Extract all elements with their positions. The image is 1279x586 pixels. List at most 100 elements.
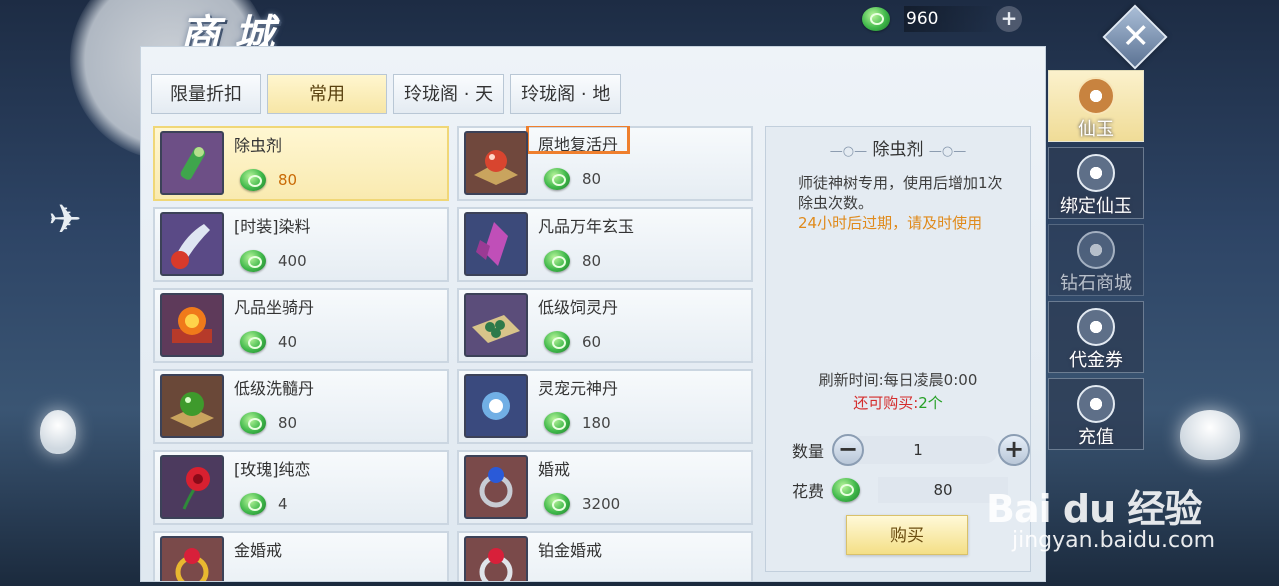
item-name: 除虫剂	[234, 136, 283, 155]
sidenav-label: 仙玉	[1078, 119, 1114, 140]
dye-icon	[160, 212, 224, 276]
buy-button[interactable]: 购买	[846, 515, 968, 555]
item-price: 80	[582, 170, 602, 188]
jade-coin-icon	[832, 478, 860, 502]
close-button[interactable]: ✕	[1102, 4, 1168, 70]
sidenav-label: 绑定仙玉	[1060, 196, 1132, 217]
item-name: 原地复活丹	[525, 126, 631, 154]
currency-value: 960	[904, 6, 996, 32]
recharge-icon	[1077, 385, 1115, 423]
item-price: 60	[582, 333, 602, 351]
sidenav-item-recharge[interactable]: 充值	[1048, 378, 1144, 450]
item-grid[interactable]: 除虫剂 80 原地复活丹 80 [时装]染料 400 凡品万年玄玉 80 凡品坐…	[153, 126, 753, 581]
ring-icon	[464, 455, 528, 519]
quantity-row: 数量 − 1 +	[792, 434, 1030, 466]
quantity-stepper[interactable]: − 1 +	[832, 434, 1030, 466]
sidenav-label: 代金券	[1069, 350, 1123, 371]
minus-button[interactable]: −	[832, 434, 864, 466]
jade-coin-icon	[240, 412, 266, 434]
item-card[interactable]: 除虫剂 80	[153, 126, 449, 201]
item-card[interactable]: 低级饲灵丹 60	[457, 288, 753, 363]
item-name: 婚戒	[538, 460, 571, 479]
detail-description: 师徒神树专用，使用后增加1次除虫次数。	[798, 174, 1003, 212]
revive-pill-icon	[464, 131, 528, 195]
mall-icon	[1077, 231, 1115, 269]
item-price: 3200	[582, 495, 621, 513]
close-icon: ✕	[1121, 16, 1150, 57]
item-name: 金婚戒	[234, 541, 283, 560]
gold-ring-icon	[160, 536, 224, 581]
item-name: 灵宠元神丹	[538, 379, 619, 398]
jade-coin-icon	[544, 331, 570, 353]
plus-button[interactable]: +	[998, 434, 1030, 466]
cost-row: 花费 80	[792, 477, 1008, 503]
item-price: 80	[278, 171, 298, 189]
baidu-watermark-url: jingyan.baidu.com	[1012, 528, 1216, 553]
remain-value: 2个	[918, 394, 943, 412]
jade-coin-icon	[862, 7, 890, 31]
item-name: [时装]染料	[234, 217, 311, 236]
item-name: 低级饲灵丹	[538, 298, 619, 317]
jade-coin-icon	[240, 250, 266, 272]
sidenav-item-voucher[interactable]: 代金券	[1048, 301, 1144, 373]
item-price: 40	[278, 333, 298, 351]
jade-coin-icon	[544, 412, 570, 434]
sidenav-item-diamond-mall[interactable]: 钻石商城	[1048, 224, 1144, 296]
item-card[interactable]: 原地复活丹 80	[457, 126, 753, 201]
item-price: 4	[278, 495, 288, 513]
sidenav-item-xianyu[interactable]: 仙玉	[1048, 70, 1144, 142]
spirit-orb-icon	[464, 374, 528, 438]
tab-common[interactable]: 常用	[267, 74, 387, 114]
item-price: 80	[582, 252, 602, 270]
jade-coin-icon	[240, 493, 266, 515]
baidu-watermark: Bai du 经验	[986, 487, 1202, 531]
item-card[interactable]: 婚戒 3200	[457, 450, 753, 525]
item-card[interactable]: 灵宠元神丹 180	[457, 369, 753, 444]
remain-label: 还可购买:	[853, 394, 919, 412]
jade-coin-icon	[544, 250, 570, 272]
quantity-value: 1	[913, 441, 923, 459]
tab-linglong-heaven[interactable]: 玲珑阁 · 天	[393, 74, 505, 114]
item-card[interactable]: 铂金婚戒	[457, 531, 753, 581]
item-card[interactable]: 低级洗髓丹 80	[153, 369, 449, 444]
item-card[interactable]: 凡品坐骑丹 40	[153, 288, 449, 363]
sidenav-item-bound-xianyu[interactable]: 绑定仙玉	[1048, 147, 1144, 219]
cost-label: 花费	[792, 482, 825, 501]
voucher-icon	[1077, 308, 1115, 346]
item-card[interactable]: [玫瑰]纯恋 4	[153, 450, 449, 525]
tab-bar: 限量折扣 常用 玲珑阁 · 天 玲珑阁 · 地	[151, 74, 622, 114]
bound-xianyu-icon	[1077, 154, 1115, 192]
jade-coin-icon	[240, 331, 266, 353]
ornament-left-icon: —○—	[829, 144, 868, 159]
add-currency-button[interactable]: +	[996, 6, 1022, 32]
item-name: [玫瑰]纯恋	[234, 460, 311, 479]
ornament-right-icon: —○—	[928, 144, 967, 159]
shop-panel: 限量折扣 常用 玲珑阁 · 天 玲珑阁 · 地 除虫剂 80 原地复活丹 80	[140, 46, 1046, 582]
lotus-decoration	[1180, 410, 1240, 460]
item-name: 凡品坐骑丹	[234, 298, 315, 317]
currency-display: 960 +	[862, 4, 1032, 34]
sidenav-label: 钻石商城	[1060, 273, 1132, 294]
side-navigation: 仙玉 绑定仙玉 钻石商城 代金券 充值	[1048, 70, 1144, 455]
feed-pill-icon	[464, 293, 528, 357]
item-name: 铂金婚戒	[538, 541, 603, 560]
item-card[interactable]: 金婚戒	[153, 531, 449, 581]
item-name: 凡品万年玄玉	[538, 217, 635, 236]
xianyu-icon	[1077, 77, 1115, 115]
insecticide-bottle-icon	[160, 131, 224, 195]
detail-title-row: —○— 除虫剂 —○—	[766, 135, 1030, 160]
item-card[interactable]: 凡品万年玄玉 80	[457, 207, 753, 282]
item-price: 400	[278, 252, 307, 270]
crane-decoration: ✈	[48, 197, 82, 243]
tab-limited-discount[interactable]: 限量折扣	[151, 74, 261, 114]
item-name: 低级洗髓丹	[234, 379, 315, 398]
refresh-time: 刷新时间:每日凌晨0:00	[818, 371, 978, 389]
sidenav-label: 充值	[1078, 427, 1114, 448]
detail-title: 除虫剂	[872, 140, 924, 160]
tab-linglong-earth[interactable]: 玲珑阁 · 地	[510, 74, 622, 114]
item-card[interactable]: [时装]染料 400	[153, 207, 449, 282]
marrow-pill-icon	[160, 374, 224, 438]
detail-warning: 24小时后过期，请及时使用	[798, 214, 983, 232]
platinum-ring-icon	[464, 536, 528, 581]
lotus-lamp-decoration	[40, 410, 76, 454]
